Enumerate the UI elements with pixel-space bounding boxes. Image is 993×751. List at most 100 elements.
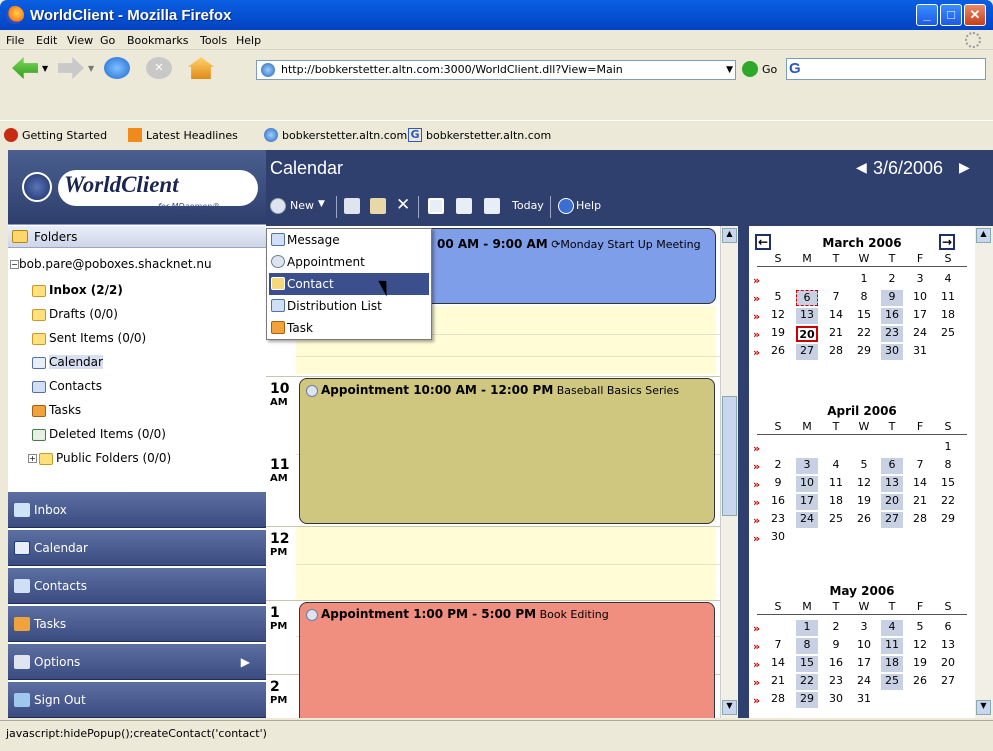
mini-calendar-day[interactable]: 9 bbox=[767, 476, 789, 492]
folder-deleted-items[interactable]: Deleted Items (0/0) bbox=[32, 424, 166, 444]
mini-calendar-day[interactable]: 21 bbox=[825, 326, 847, 342]
mini-calendar-day[interactable]: 26 bbox=[767, 344, 789, 360]
next-day-arrow-icon[interactable]: ▶ bbox=[959, 160, 970, 176]
mini-calendar-day[interactable]: 19 bbox=[853, 494, 875, 510]
go-icon[interactable] bbox=[742, 61, 758, 77]
mini-calendar-day[interactable]: 9 bbox=[881, 290, 903, 306]
mini-calendar-day[interactable]: 15 bbox=[937, 476, 959, 492]
mini-calendar-day[interactable]: 18 bbox=[825, 494, 847, 510]
week-select-icon[interactable]: » bbox=[753, 640, 760, 653]
mini-calendar-day[interactable]: 18 bbox=[881, 656, 903, 672]
mini-calendar-day[interactable]: 4 bbox=[881, 620, 903, 636]
mini-calendar-day[interactable]: 21 bbox=[909, 494, 931, 510]
menu-help[interactable]: Help bbox=[236, 34, 261, 47]
mini-calendar-day[interactable]: 18 bbox=[937, 308, 959, 324]
day-view-icon[interactable] bbox=[428, 198, 444, 214]
week-select-icon[interactable]: » bbox=[753, 532, 760, 545]
mini-calendar-day[interactable]: 22 bbox=[937, 494, 959, 510]
reload-icon[interactable] bbox=[104, 57, 130, 79]
url-input[interactable]: http://bobkerstetter.altn.com:3000/World… bbox=[256, 60, 736, 80]
mini-calendar-day[interactable]: 10 bbox=[796, 476, 818, 492]
mini-calendar-day[interactable]: 11 bbox=[825, 476, 847, 492]
mini-calendar-day[interactable]: 8 bbox=[796, 638, 818, 654]
mini-calendar-day[interactable]: 13 bbox=[796, 308, 818, 324]
menu-item-distribution-list[interactable]: Distribution List bbox=[269, 295, 429, 317]
mini-calendar-day[interactable]: 10 bbox=[853, 638, 875, 654]
go-button[interactable]: Go bbox=[762, 63, 777, 76]
menu-tools[interactable]: Tools bbox=[200, 34, 227, 47]
mini-calendar-day[interactable]: 15 bbox=[853, 308, 875, 324]
mini-calendar-day[interactable]: 26 bbox=[853, 512, 875, 528]
mini-calendar-day[interactable]: 28 bbox=[825, 344, 847, 360]
forward-icon[interactable] bbox=[58, 57, 84, 79]
mini-calendar-day[interactable]: 26 bbox=[909, 674, 931, 690]
delete-icon[interactable]: ✕ bbox=[396, 195, 410, 215]
right-scrollbar[interactable]: ▲ ▼ bbox=[975, 226, 993, 718]
mini-calendar-day[interactable]: 24 bbox=[796, 512, 818, 528]
mini-calendar-day[interactable]: 19 bbox=[767, 326, 789, 342]
mini-calendar-day[interactable]: 6 bbox=[796, 290, 818, 306]
new-dropdown-icon[interactable]: ▼ bbox=[318, 199, 325, 209]
mini-calendar-day[interactable]: 19 bbox=[909, 656, 931, 672]
mini-calendar-title[interactable]: April 2006 bbox=[749, 404, 975, 418]
week-select-icon[interactable]: » bbox=[753, 622, 760, 635]
home-icon[interactable] bbox=[188, 57, 214, 79]
menu-item-appointment[interactable]: Appointment bbox=[269, 251, 429, 273]
mini-calendar-day[interactable]: 2 bbox=[767, 458, 789, 474]
mini-calendar-day[interactable]: 1 bbox=[796, 620, 818, 636]
minimize-button[interactable]: _ bbox=[916, 4, 938, 26]
mini-calendar-day[interactable]: 6 bbox=[937, 620, 959, 636]
mini-calendar-day[interactable]: 30 bbox=[881, 344, 903, 360]
mini-calendar-day[interactable]: 31 bbox=[853, 692, 875, 708]
search-input[interactable]: G bbox=[786, 58, 986, 80]
bookmark-site-2[interactable]: bobkerstetter.altn.com bbox=[426, 129, 551, 142]
mini-calendar-day[interactable]: 21 bbox=[767, 674, 789, 690]
mini-calendar-day[interactable]: 7 bbox=[825, 290, 847, 306]
mini-calendar-day[interactable]: 3 bbox=[853, 620, 875, 636]
mini-calendar-day[interactable]: 12 bbox=[853, 476, 875, 492]
mini-calendar-day[interactable]: 13 bbox=[937, 638, 959, 654]
new-icon[interactable] bbox=[270, 198, 286, 214]
week-select-icon[interactable]: » bbox=[753, 694, 760, 707]
nav-calendar-button[interactable]: Calendar bbox=[8, 530, 266, 566]
mini-calendar-day[interactable]: 27 bbox=[937, 674, 959, 690]
week-select-icon[interactable]: » bbox=[753, 346, 760, 359]
folder-tasks[interactable]: Tasks bbox=[32, 400, 81, 420]
mini-calendar-day[interactable]: 14 bbox=[825, 308, 847, 324]
bookmark-site-1[interactable]: bobkerstetter.altn.com bbox=[282, 129, 407, 142]
menu-file[interactable]: File bbox=[6, 34, 24, 47]
week-select-icon[interactable]: » bbox=[753, 328, 760, 341]
mini-calendar-day[interactable]: 9 bbox=[825, 638, 847, 654]
bookmark-getting-started[interactable]: Getting Started bbox=[22, 129, 107, 142]
folder-calendar[interactable]: Calendar bbox=[32, 352, 103, 372]
mini-calendar-day[interactable]: 5 bbox=[909, 620, 931, 636]
nav-options-button[interactable]: Options ▶ bbox=[8, 644, 266, 680]
mini-calendar-day[interactable]: 4 bbox=[937, 272, 959, 288]
day-view-scrollbar[interactable]: ▲ ▼ bbox=[720, 226, 738, 718]
mini-calendar-day[interactable]: 20 bbox=[881, 494, 903, 510]
week-select-icon[interactable]: » bbox=[753, 274, 760, 287]
mini-calendar-day[interactable]: 14 bbox=[909, 476, 931, 492]
print-icon[interactable] bbox=[344, 198, 360, 214]
menu-edit[interactable]: Edit bbox=[36, 34, 57, 47]
week-select-icon[interactable]: » bbox=[753, 292, 760, 305]
mini-calendar-day[interactable]: 24 bbox=[853, 674, 875, 690]
help-icon[interactable] bbox=[558, 198, 574, 214]
nav-contacts-button[interactable]: Contacts bbox=[8, 568, 266, 604]
folder-inbox[interactable]: Inbox (2/2) bbox=[32, 280, 123, 300]
mini-calendar-day[interactable]: 5 bbox=[767, 290, 789, 306]
nav-tasks-button[interactable]: Tasks bbox=[8, 606, 266, 642]
back-icon[interactable] bbox=[12, 57, 38, 79]
mini-calendar-day[interactable]: 10 bbox=[909, 290, 931, 306]
mini-calendar-day[interactable]: 17 bbox=[796, 494, 818, 510]
mini-calendar-day[interactable]: 7 bbox=[909, 458, 931, 474]
mini-calendar-day[interactable]: 23 bbox=[767, 512, 789, 528]
scroll-thumb[interactable] bbox=[722, 396, 737, 516]
mini-calendar-day[interactable]: 14 bbox=[767, 656, 789, 672]
menu-view[interactable]: View bbox=[67, 34, 93, 47]
new-button[interactable]: New bbox=[290, 199, 314, 212]
mini-calendar-day[interactable]: 30 bbox=[767, 530, 789, 546]
mini-calendar-day[interactable]: 8 bbox=[937, 458, 959, 474]
nav-inbox-button[interactable]: Inbox bbox=[8, 492, 266, 528]
menu-bookmarks[interactable]: Bookmarks bbox=[127, 34, 188, 47]
